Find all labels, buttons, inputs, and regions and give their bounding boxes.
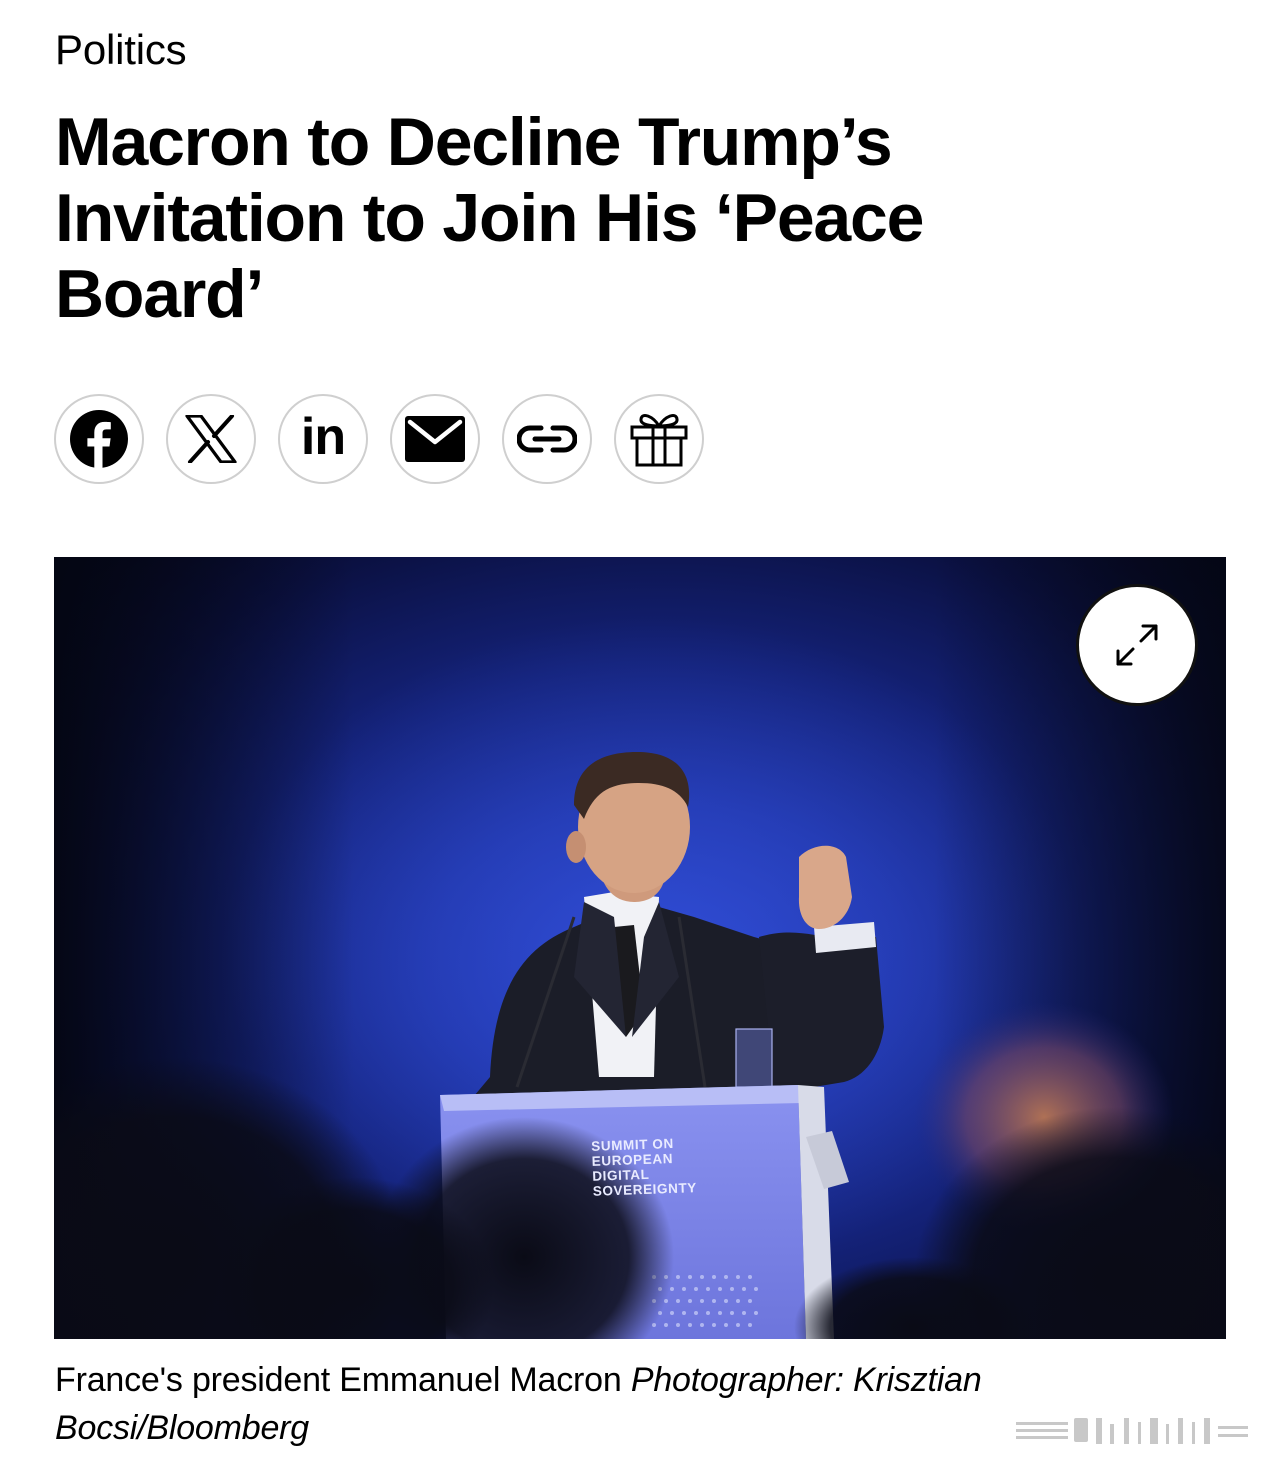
facebook-icon (70, 410, 128, 468)
headline-line-3: Board’ (55, 256, 264, 332)
share-x-button[interactable] (166, 394, 256, 484)
macron-photo (54, 557, 1226, 1339)
headline-line-1: Macron to Decline Trump’s (55, 104, 893, 180)
headline-line-2: Invitation to Join His ‘Peace (55, 180, 924, 256)
watermark-logo (1016, 1418, 1248, 1444)
x-icon (185, 415, 237, 463)
section-label[interactable]: Politics (55, 24, 187, 76)
podium-sign-text: SUMMIT ON EUROPEAN DIGITAL SOVEREIGNTY (591, 1135, 697, 1199)
linkedin-icon: in (300, 408, 346, 466)
mail-icon (405, 416, 465, 462)
share-facebook-button[interactable] (54, 394, 144, 484)
share-linkedin-button[interactable]: in (278, 394, 368, 484)
expand-arrows-icon (1116, 624, 1158, 666)
caption-text: France's president Emmanuel Macron (55, 1361, 622, 1399)
headline: Macron to Decline Trump’s Invitation to … (55, 104, 1055, 332)
hero-image[interactable]: SUMMIT ON EUROPEAN DIGITAL SOVEREIGNTY (54, 557, 1226, 1339)
gift-article-button[interactable] (614, 394, 704, 484)
expand-image-button[interactable] (1076, 584, 1198, 706)
link-icon (517, 425, 577, 453)
copy-link-button[interactable] (502, 394, 592, 484)
share-bar: in (54, 394, 704, 484)
share-email-button[interactable] (390, 394, 480, 484)
image-caption: France's president Emmanuel Macron Photo… (55, 1356, 1155, 1452)
gift-icon (630, 414, 688, 467)
